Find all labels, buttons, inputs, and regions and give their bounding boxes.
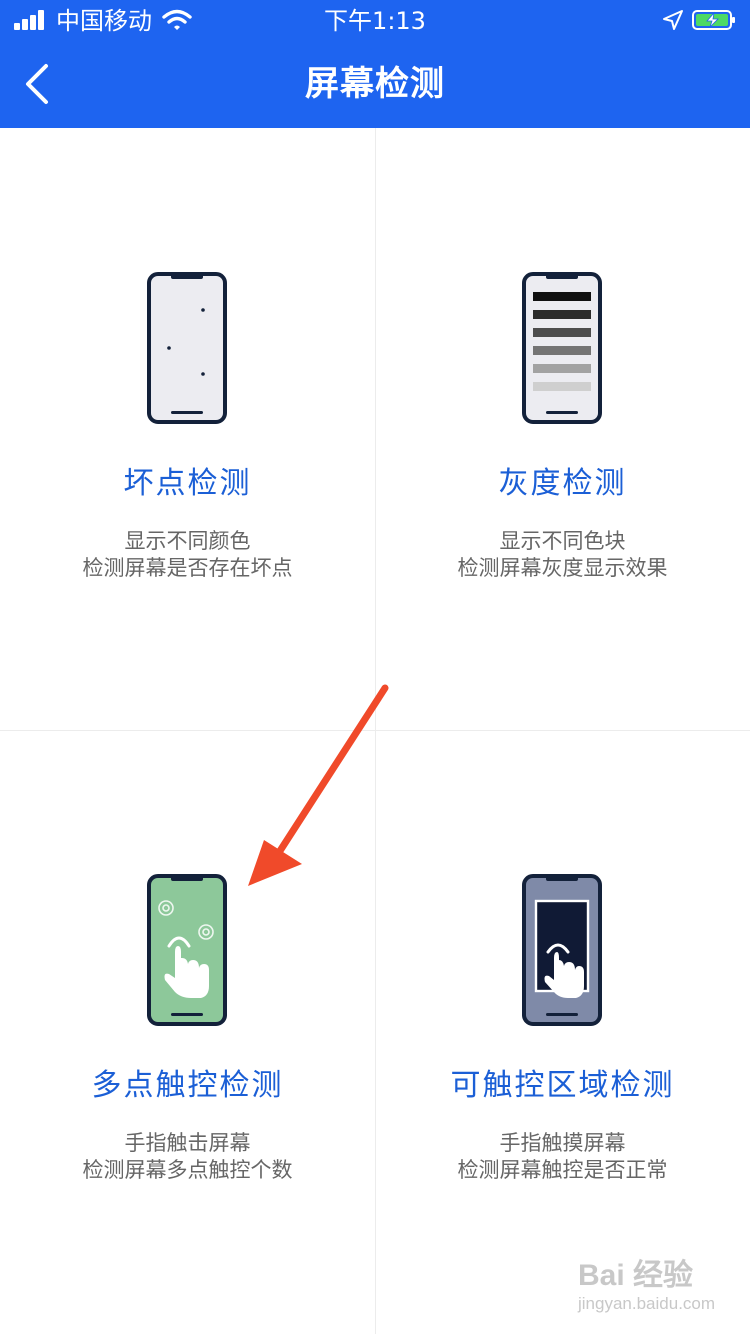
test-title: 坏点检测 [123,466,252,501]
phone-touch-area-icon [522,874,602,1026]
test-description-line: 显示不同色块 [499,529,626,553]
test-description-line: 手指触击屏幕 [124,1131,251,1155]
grayscale-test-card[interactable]: 灰度检测 显示不同色块 检测屏幕灰度显示效果 [375,128,750,730]
status-time: 下午1:13 [324,7,426,35]
test-description-line: 检测屏幕多点触控个数 [82,1158,293,1182]
phone-grayscale-icon [522,272,602,424]
watermark-url: jingyan.baidu.com [578,1294,716,1313]
annotation-arrow-icon [248,684,389,886]
test-description-line: 检测屏幕灰度显示效果 [457,556,668,580]
touch-area-test-card[interactable]: 可触控区域检测 手指触摸屏幕 检测屏幕触控是否正常 [375,730,750,1332]
status-bar: 中国移动 下午1:13 [0,0,750,42]
phone-multitouch-icon [147,874,227,1026]
dead-pixel-test-card[interactable]: 坏点检测 显示不同颜色 检测屏幕是否存在坏点 [0,128,375,730]
test-description: 手指触摸屏幕 检测屏幕触控是否正常 [375,1130,750,1184]
test-description-line: 检测屏幕是否存在坏点 [82,556,293,580]
watermark-logo: Bai 经验 [578,1259,694,1292]
test-description-line: 显示不同颜色 [124,529,251,553]
test-description: 手指触击屏幕 检测屏幕多点触控个数 [0,1130,375,1184]
baidu-jingyan-watermark: Bai 经验 jingyan.baidu.com [572,1250,732,1320]
battery-charging-icon [692,10,735,30]
location-arrow-icon [663,10,683,30]
test-description-line: 检测屏幕触控是否正常 [457,1158,668,1182]
test-description: 显示不同颜色 检测屏幕是否存在坏点 [0,528,375,582]
test-title: 灰度检测 [498,466,627,501]
test-title: 可触控区域检测 [450,1068,675,1103]
test-description-line: 手指触摸屏幕 [499,1131,626,1155]
page-title: 屏幕检测 [305,64,445,104]
test-title: 多点触控检测 [91,1068,284,1103]
phone-dead-pixel-icon [147,272,227,424]
header-bar: 中国移动 下午1:13 屏幕检测 [0,0,750,128]
test-description: 显示不同色块 检测屏幕灰度显示效果 [375,528,750,582]
